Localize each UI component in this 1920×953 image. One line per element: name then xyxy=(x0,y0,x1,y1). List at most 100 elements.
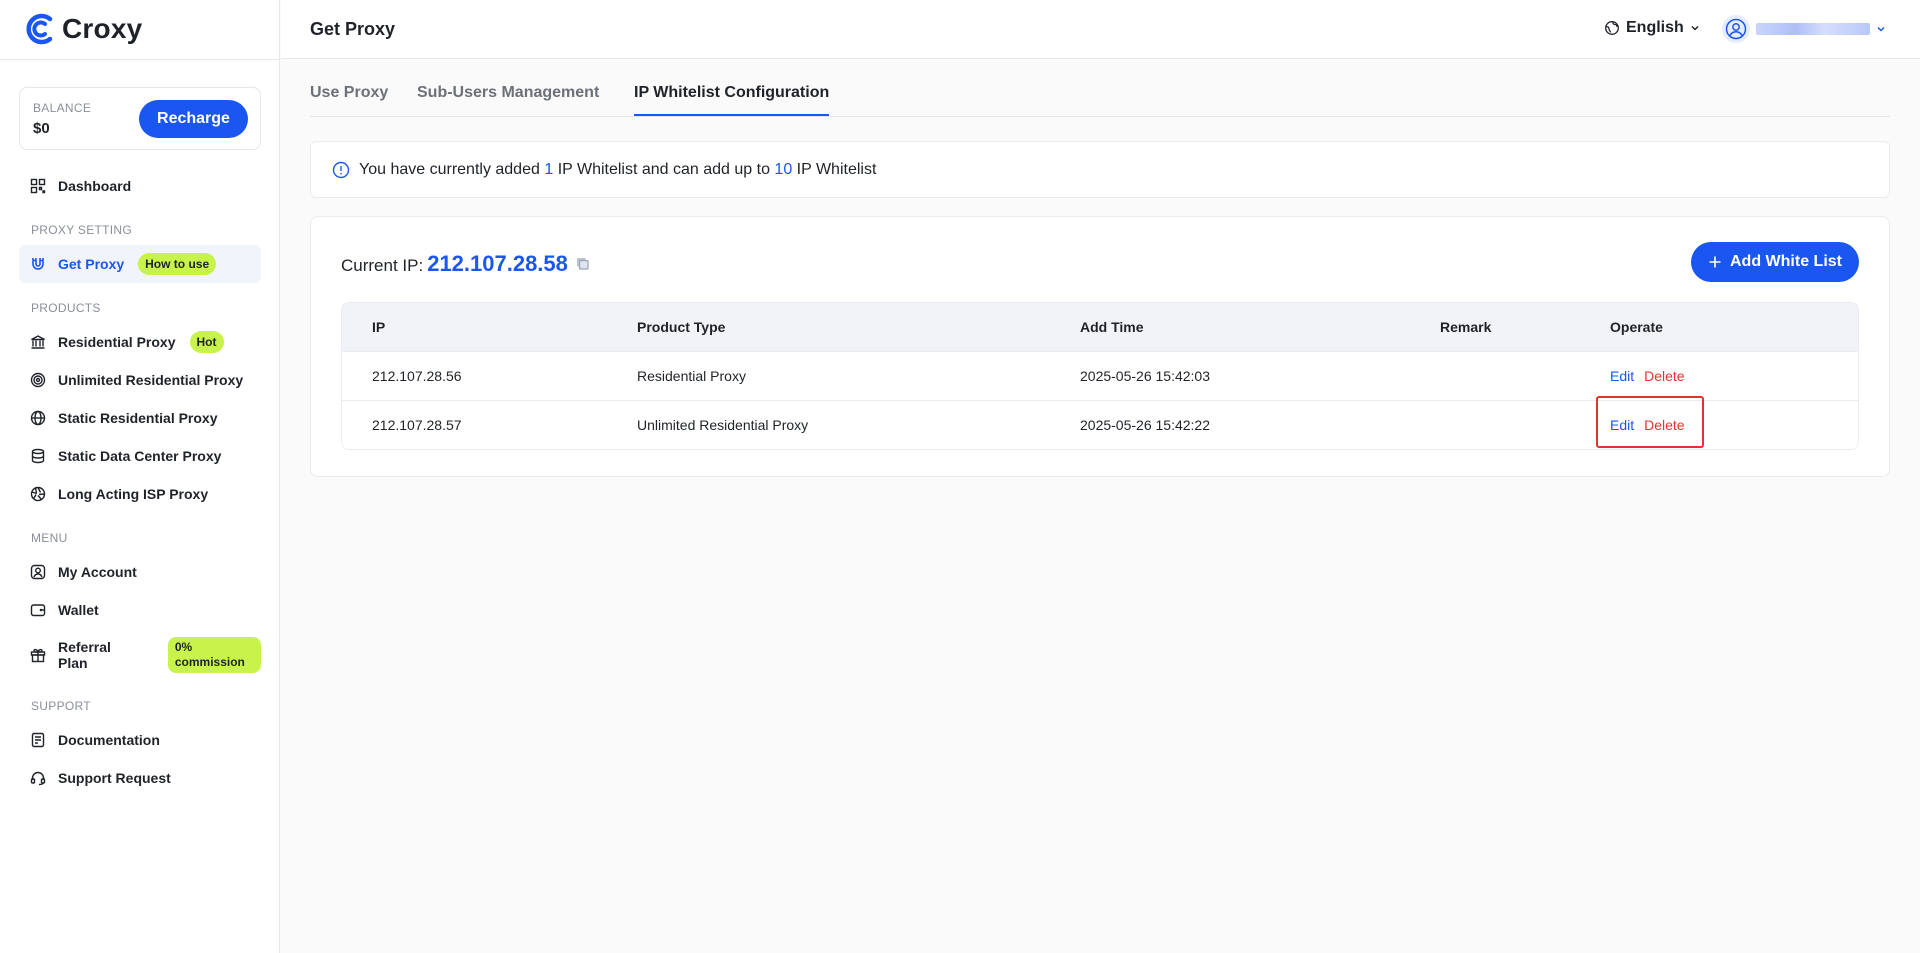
app-logo[interactable]: Croxy xyxy=(24,12,142,46)
column-header-ip: IP xyxy=(372,319,386,335)
user-menu[interactable] xyxy=(1722,15,1886,43)
section-label-menu: MENU xyxy=(31,531,68,545)
aperture-icon xyxy=(30,486,46,502)
notice-part-2: IP Whitelist and can add up to xyxy=(557,160,770,178)
bank-icon xyxy=(30,334,46,350)
sidebar-item-label: Dashboard xyxy=(58,178,132,194)
table-row: 212.107.28.56 Residential Proxy 2025-05-… xyxy=(342,351,1858,400)
sidebar-item-label: Residential Proxy xyxy=(58,334,176,350)
croxy-logo-icon xyxy=(26,13,53,45)
sidebar-item-documentation[interactable]: Documentation xyxy=(19,721,261,759)
current-ip-value: 212.107.28.58 xyxy=(427,251,568,276)
tab-ip-whitelist-configuration[interactable]: IP Whitelist Configuration xyxy=(634,84,830,116)
grid-icon xyxy=(30,178,46,194)
sidebar-item-my-account[interactable]: My Account xyxy=(19,553,261,591)
whitelist-notice: You have currently added 1 IP Whitelist … xyxy=(310,141,1890,198)
sidebar-item-static-data-center-proxy[interactable]: Static Data Center Proxy xyxy=(19,437,261,475)
language-selector[interactable]: English xyxy=(1604,19,1700,37)
balance-card: BALANCE $0 Recharge xyxy=(19,87,261,150)
language-icon xyxy=(1605,21,1619,35)
top-header: Get Proxy English xyxy=(281,0,1920,59)
tab-use-proxy[interactable]: Use Proxy xyxy=(310,84,388,114)
sidebar: Croxy BALANCE $0 Recharge Dashboard PROX… xyxy=(0,0,280,953)
user-icon xyxy=(1725,18,1747,40)
table-header: IP Product Type Add Time Remark Operate xyxy=(342,303,1858,351)
sidebar-item-label: Support Request xyxy=(58,770,171,786)
database-icon xyxy=(30,448,46,464)
section-label-support: SUPPORT xyxy=(31,699,91,713)
divider xyxy=(0,59,280,60)
whitelist-table: IP Product Type Add Time Remark Operate … xyxy=(341,302,1859,450)
how-to-use-badge[interactable]: How to use xyxy=(138,253,217,275)
tab-sub-users-management[interactable]: Sub-Users Management xyxy=(417,84,599,114)
sidebar-item-label: Static Residential Proxy xyxy=(58,410,218,426)
column-header-add-time: Add Time xyxy=(1080,319,1144,335)
column-header-operate: Operate xyxy=(1610,319,1663,335)
copy-icon[interactable] xyxy=(576,257,590,271)
cell-operate: Edit Delete xyxy=(1610,401,1685,449)
sidebar-item-get-proxy[interactable]: Get Proxy How to use xyxy=(19,245,261,283)
sidebar-item-support-request[interactable]: Support Request xyxy=(19,759,261,797)
balance-label: BALANCE xyxy=(33,101,92,115)
app-name: Croxy xyxy=(62,13,143,44)
notice-added-count: 1 xyxy=(544,160,554,178)
sidebar-item-unlimited-residential-proxy[interactable]: Unlimited Residential Proxy xyxy=(19,361,261,399)
current-ip-label: Current IP: xyxy=(341,256,424,275)
cell-add-time: 2025-05-26 15:42:03 xyxy=(1080,368,1210,384)
sidebar-item-label: Static Data Center Proxy xyxy=(58,448,222,464)
edit-link[interactable]: Edit xyxy=(1610,417,1634,433)
column-header-remark: Remark xyxy=(1440,319,1492,335)
sidebar-item-static-residential-proxy[interactable]: Static Residential Proxy xyxy=(19,399,261,437)
headset-icon xyxy=(30,770,46,786)
plus-icon xyxy=(1709,256,1721,268)
notice-part-1: You have currently added xyxy=(359,160,540,178)
sidebar-item-wallet[interactable]: Wallet xyxy=(19,591,261,629)
whitelist-card: Current IP: 212.107.28.58 Add White List… xyxy=(310,216,1890,477)
wallet-icon xyxy=(30,602,46,618)
section-label-products: PRODUCTS xyxy=(31,301,101,315)
cell-product-type: Unlimited Residential Proxy xyxy=(637,417,809,433)
add-white-list-label: Add White List xyxy=(1730,253,1842,270)
sidebar-item-referral-plan[interactable]: Referral Plan 0% commission xyxy=(19,634,261,676)
cell-ip: 212.107.28.57 xyxy=(372,417,462,433)
sidebar-item-long-acting-isp-proxy[interactable]: Long Acting ISP Proxy xyxy=(19,475,261,513)
edit-link[interactable]: Edit xyxy=(1610,368,1634,384)
user-square-icon xyxy=(30,564,46,580)
target-icon xyxy=(30,372,46,388)
table-row: 212.107.28.57 Unlimited Residential Prox… xyxy=(342,400,1858,449)
magnet-icon xyxy=(30,256,46,272)
cell-ip: 212.107.28.56 xyxy=(372,368,462,384)
delete-link[interactable]: Delete xyxy=(1644,368,1684,384)
page-title: Get Proxy xyxy=(310,19,396,39)
balance-value: $0 xyxy=(33,120,50,137)
notice-max-count: 10 xyxy=(774,160,793,178)
globe-icon xyxy=(30,410,46,426)
delete-link[interactable]: Delete xyxy=(1644,417,1684,433)
sidebar-item-label: Wallet xyxy=(58,602,99,618)
chevron-down-icon xyxy=(1877,26,1885,32)
sidebar-item-label: Referral Plan xyxy=(58,639,111,671)
document-icon xyxy=(30,732,46,748)
cell-add-time: 2025-05-26 15:42:22 xyxy=(1080,417,1210,433)
recharge-button[interactable]: Recharge xyxy=(139,100,248,138)
current-ip: Current IP: 212.107.28.58 xyxy=(341,251,590,277)
sidebar-item-residential-proxy[interactable]: Residential Proxy Hot xyxy=(19,323,261,361)
notice-part-3: IP Whitelist xyxy=(796,160,877,178)
sidebar-item-label: Long Acting ISP Proxy xyxy=(58,486,209,502)
section-label-proxy-setting: PROXY SETTING xyxy=(31,223,133,237)
gift-icon xyxy=(30,647,46,663)
cell-product-type: Residential Proxy xyxy=(637,368,746,384)
language-label: English xyxy=(1626,19,1684,36)
sidebar-item-label: My Account xyxy=(58,564,137,580)
commission-badge: 0% commission xyxy=(167,637,261,673)
add-white-list-button[interactable]: Add White List xyxy=(1691,242,1859,282)
sidebar-item-label: Documentation xyxy=(58,732,160,748)
chevron-down-icon xyxy=(1691,25,1699,31)
avatar xyxy=(1722,15,1750,43)
notice-text: You have currently added 1 IP Whitelist … xyxy=(359,161,876,179)
column-header-product-type: Product Type xyxy=(637,319,726,335)
sidebar-item-label: Unlimited Residential Proxy xyxy=(58,372,244,388)
sidebar-item-dashboard[interactable]: Dashboard xyxy=(19,167,261,205)
tab-bar: Use Proxy Sub-Users Management IP Whitel… xyxy=(310,71,1890,117)
user-name-redacted xyxy=(1756,23,1870,35)
